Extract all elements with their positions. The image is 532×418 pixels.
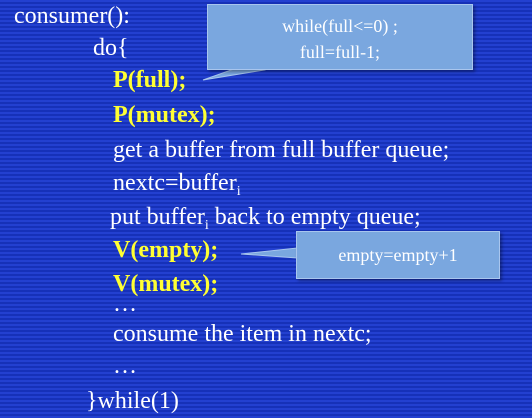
nextc-subscript: i <box>236 184 241 199</box>
p-full-statement: P(full); <box>113 67 187 93</box>
p-mutex-statement: P(mutex); <box>113 102 216 128</box>
slide: consumer(): do{ P(full); P(mutex); get a… <box>0 0 532 418</box>
function-header: consumer(): <box>14 3 130 29</box>
while-footer: }while(1) <box>86 388 179 414</box>
empty-callout-text: empty=empty+1 <box>338 245 458 265</box>
nextc-text: nextc=buffer <box>113 170 237 196</box>
ellipsis-2: … <box>113 353 137 379</box>
ellipsis-1: … <box>113 291 137 317</box>
put-buffer-rest: back to empty queue; <box>208 204 421 230</box>
nextc-line: nextc=bufferi <box>113 169 241 199</box>
full-callout-line2: full=full-1; <box>299 42 381 62</box>
put-buffer-text: put buffer <box>110 204 205 230</box>
empty-callout-pointer <box>240 247 298 259</box>
full-callout: while(full<=0) ; full=full-1; <box>207 4 473 70</box>
empty-callout: empty=empty+1 <box>296 231 500 279</box>
do-keyword: do{ <box>93 35 129 61</box>
put-buffer-line: put bufferi back to empty queue; <box>110 203 421 233</box>
v-empty-statement: V(empty); <box>113 237 219 263</box>
full-callout-line1: while(full<=0) ; <box>282 16 398 36</box>
consume-line: consume the item in nextc; <box>113 321 372 347</box>
get-buffer-line: get a buffer from full buffer queue; <box>113 137 450 163</box>
